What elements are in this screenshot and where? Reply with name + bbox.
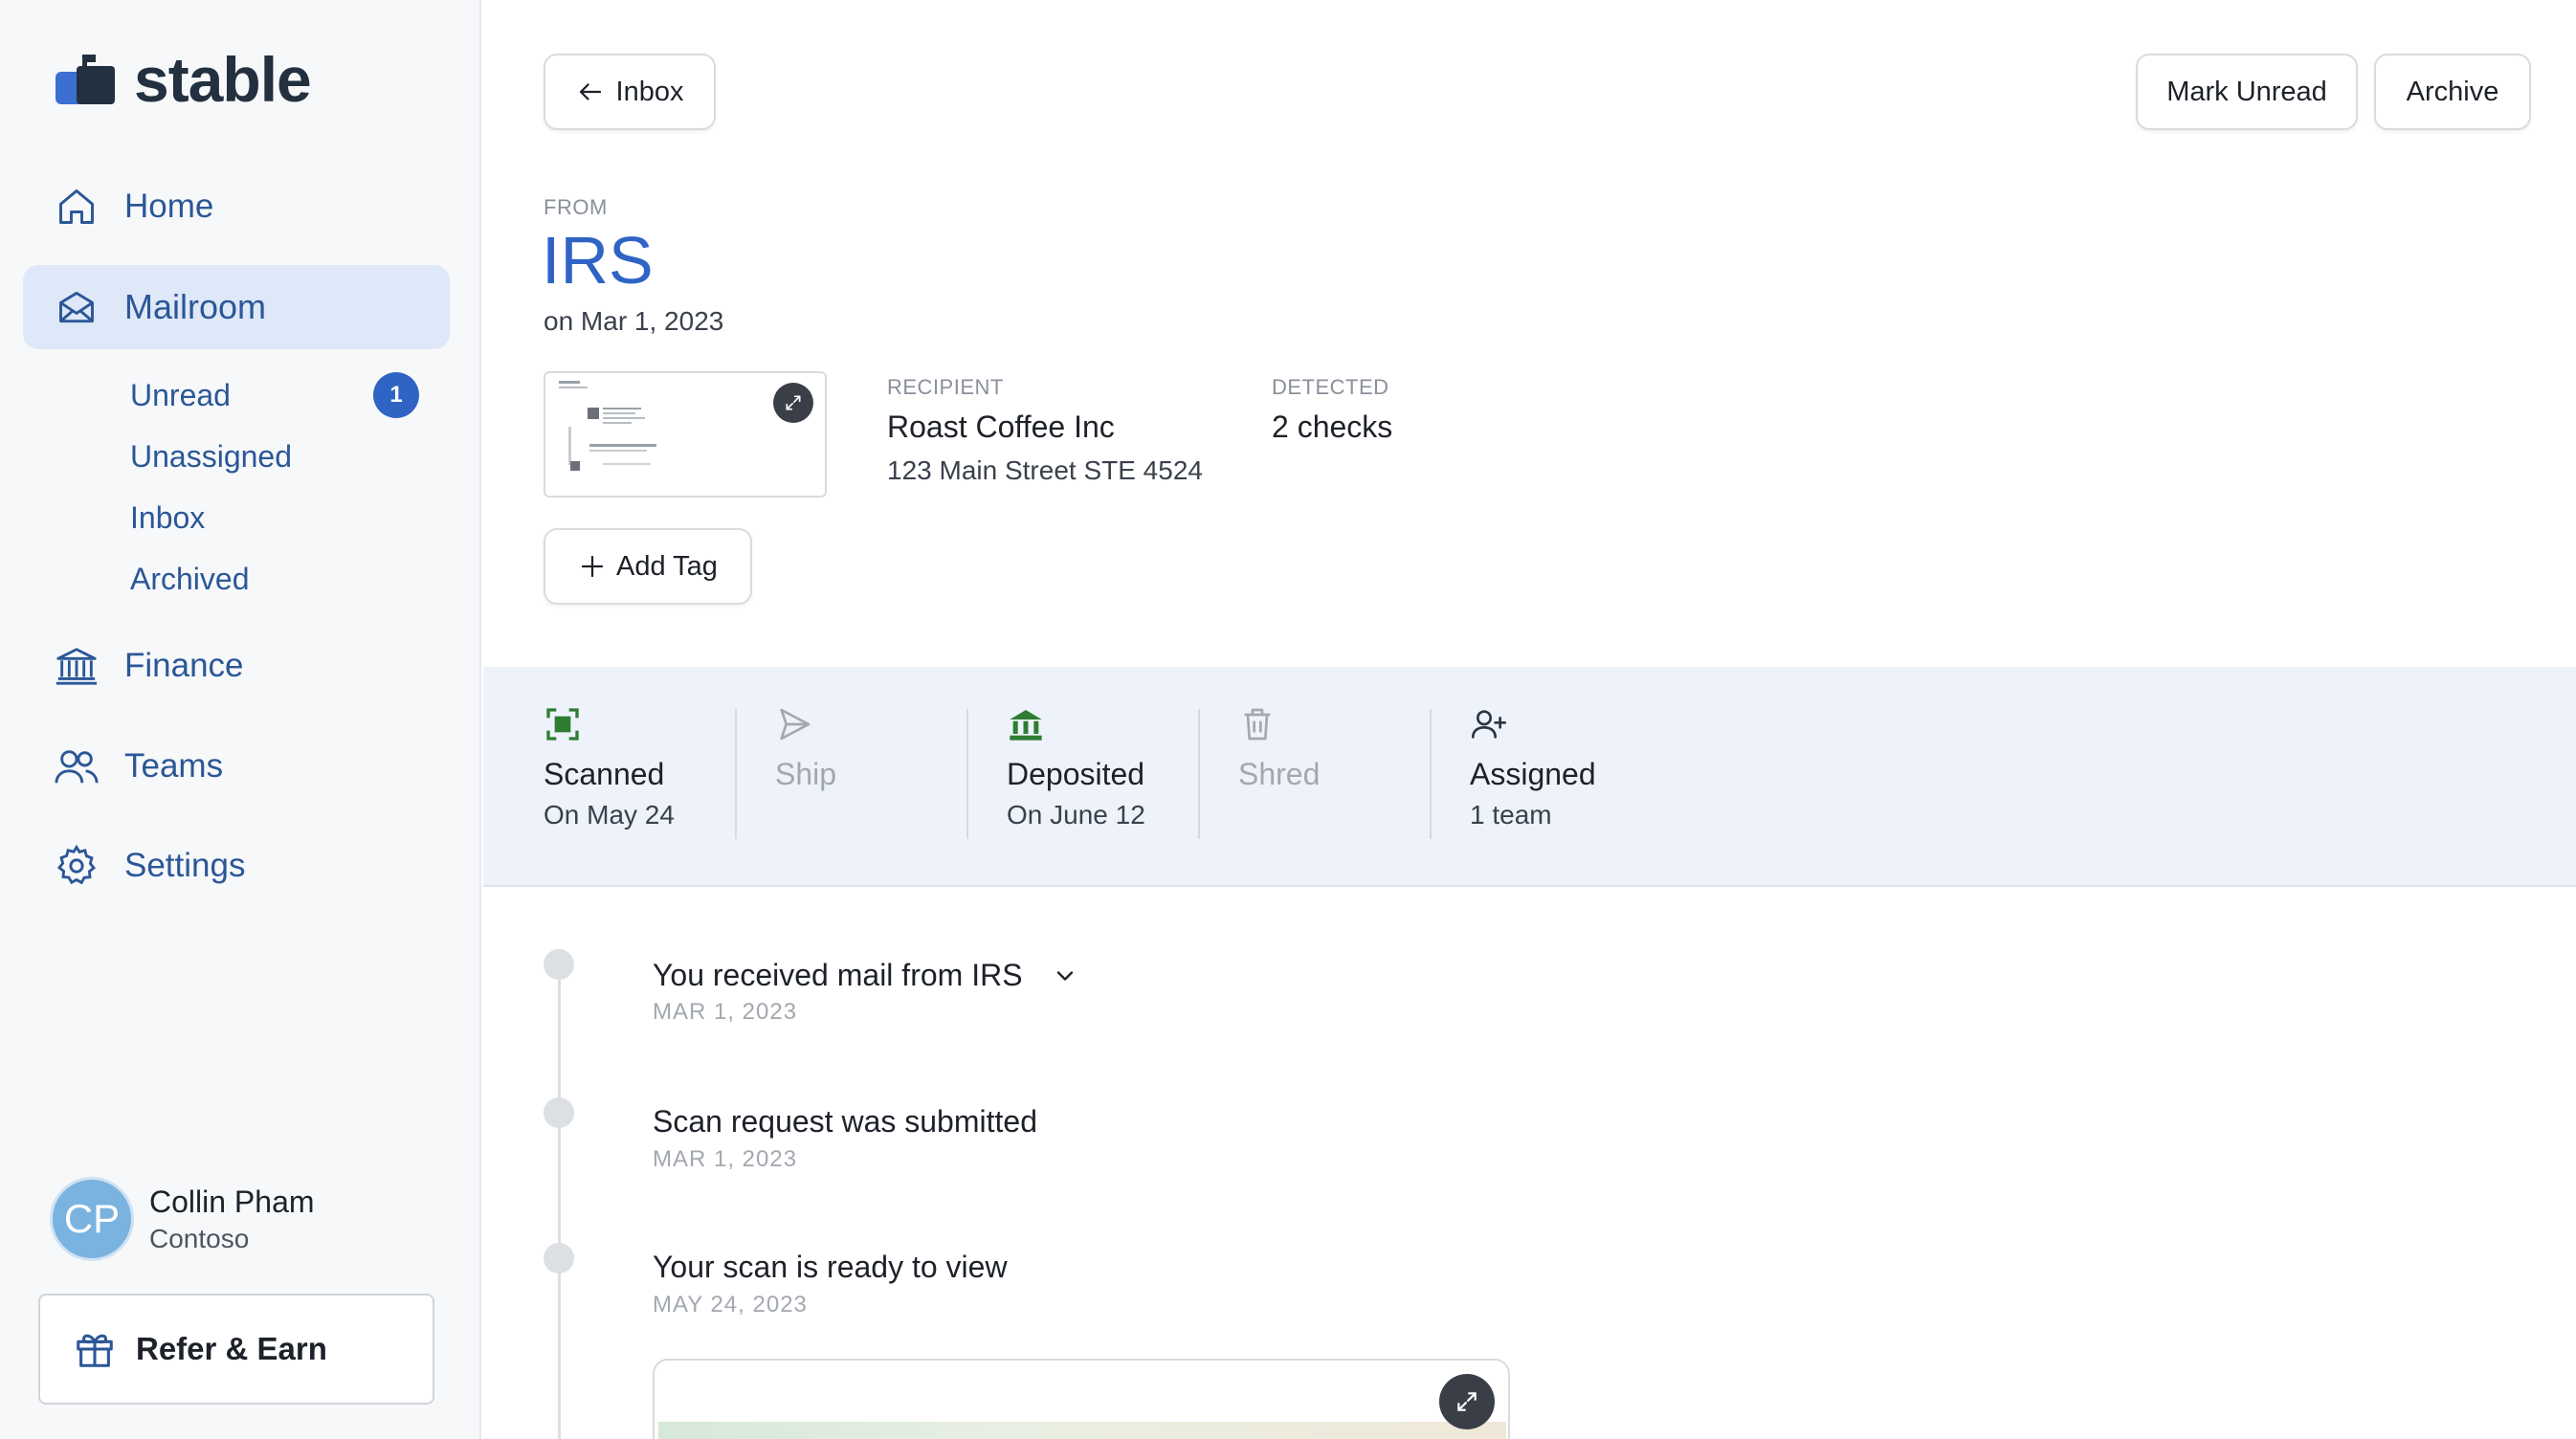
user-plus-icon	[1470, 705, 1508, 743]
timeline-date: MAY 24, 2023	[653, 1292, 808, 1317]
step-ship[interactable]: Ship	[775, 705, 836, 792]
bank-icon	[1007, 705, 1045, 743]
back-label: Inbox	[615, 76, 684, 107]
add-tag-button[interactable]: Add Tag	[544, 528, 752, 605]
step-scanned[interactable]: Scanned On May 24	[544, 705, 675, 830]
detected-value: 2 checks	[1272, 410, 1393, 444]
add-tag-label: Add Tag	[616, 550, 718, 582]
recipient-label: RECIPIENT	[887, 375, 1004, 399]
logo-text: stable	[134, 44, 312, 115]
nav-label: Settings	[124, 847, 246, 884]
timeline-title: Your scan is ready to view	[653, 1250, 1008, 1284]
bank-icon	[54, 643, 100, 689]
archive-button[interactable]: Archive	[2374, 54, 2531, 130]
step-title: Ship	[775, 757, 837, 791]
user-org: Contoso	[149, 1223, 250, 1253]
recipient-name: Roast Coffee Inc	[887, 410, 1115, 444]
refer-earn-button[interactable]: Refer & Earn	[38, 1294, 434, 1405]
from-label: FROM	[544, 195, 608, 219]
mark-unread-button[interactable]: Mark Unread	[2136, 54, 2358, 130]
step-assigned[interactable]: Assigned 1 team	[1470, 705, 1596, 830]
step-date: On June 12	[1007, 800, 1145, 830]
mail-open-icon	[54, 284, 100, 330]
nav-label: Teams	[124, 747, 224, 785]
timeline-title: You received mail from IRS	[653, 958, 1023, 992]
detected-label: DETECTED	[1272, 375, 1389, 399]
timeline-line	[558, 964, 561, 1439]
step-shred[interactable]: Shred	[1238, 705, 1320, 792]
step-divider	[1430, 709, 1432, 839]
timeline-dot	[544, 1243, 574, 1273]
step-title: Deposited	[1007, 757, 1145, 791]
nav-item-home[interactable]: Home	[23, 165, 450, 249]
nav-label: Mailroom	[124, 287, 267, 326]
timeline-date: MAR 1, 2023	[653, 999, 798, 1025]
check-image	[658, 1422, 1506, 1439]
nav-label: Finance	[124, 647, 244, 684]
sidebar-item-unassigned[interactable]: Unassigned	[130, 439, 292, 475]
gift-icon	[73, 1327, 117, 1371]
main-content: Inbox Mark Unread Archive FROM IRS on Ma…	[483, 0, 2576, 1439]
sender-name: IRS	[542, 223, 654, 298]
timeline-dot	[544, 1097, 574, 1128]
mail-thumbnail[interactable]	[544, 371, 827, 498]
timeline-dot	[544, 949, 574, 980]
scan-preview-card[interactable]	[653, 1359, 1510, 1439]
nav-label: Home	[124, 188, 214, 225]
step-divider	[966, 709, 968, 839]
logo[interactable]: stable	[54, 44, 312, 115]
expand-icon[interactable]	[1439, 1374, 1495, 1429]
timeline-date: MAR 1, 2023	[653, 1146, 798, 1172]
avatar: CP	[50, 1177, 134, 1261]
chevron-down-icon[interactable]	[1052, 963, 1078, 989]
step-divider	[735, 709, 737, 839]
user-profile[interactable]: CP Collin Pham Contoso	[50, 1177, 315, 1261]
refer-earn-label: Refer & Earn	[136, 1331, 327, 1366]
back-to-inbox-button[interactable]: Inbox	[544, 54, 716, 130]
home-icon	[54, 184, 100, 230]
step-title: Shred	[1238, 757, 1321, 791]
user-name: Collin Pham	[149, 1184, 315, 1219]
timeline-event-received[interactable]: You received mail from IRS	[653, 958, 1078, 993]
sidebar-item-archived[interactable]: Archived	[130, 562, 250, 597]
nav-item-teams[interactable]: Teams	[23, 724, 450, 808]
trash-icon	[1238, 705, 1277, 743]
scan-icon	[544, 705, 582, 743]
status-bar: Scanned On May 24 Ship Deposited On June…	[483, 667, 2576, 887]
unread-count-badge: 1	[373, 372, 419, 418]
arrow-left-icon	[576, 77, 605, 106]
plus-icon	[578, 552, 607, 581]
sidebar-item-inbox[interactable]: Inbox	[130, 500, 205, 536]
expand-icon[interactable]	[773, 383, 813, 423]
nav-item-mailroom[interactable]: Mailroom	[23, 265, 450, 349]
sidebar-item-unread[interactable]: Unread	[130, 378, 231, 413]
received-date: on Mar 1, 2023	[544, 306, 724, 336]
step-deposited[interactable]: Deposited On June 12	[1007, 705, 1145, 830]
nav-item-settings[interactable]: Settings	[23, 824, 450, 908]
mailbox-logo-icon	[54, 53, 117, 106]
timeline-title: Scan request was submitted	[653, 1104, 1037, 1139]
step-divider	[1198, 709, 1200, 839]
gear-icon	[54, 843, 100, 889]
send-icon	[775, 705, 813, 743]
step-date: 1 team	[1470, 800, 1552, 830]
sidebar: stable Home Mailroom Finance Teams Setti…	[0, 0, 481, 1439]
users-icon	[54, 743, 100, 789]
recipient-address: 123 Main Street STE 4524	[887, 455, 1203, 485]
nav-item-finance[interactable]: Finance	[23, 624, 450, 708]
step-title: Assigned	[1470, 757, 1596, 791]
step-date: On May 24	[544, 800, 675, 830]
step-title: Scanned	[544, 757, 665, 791]
